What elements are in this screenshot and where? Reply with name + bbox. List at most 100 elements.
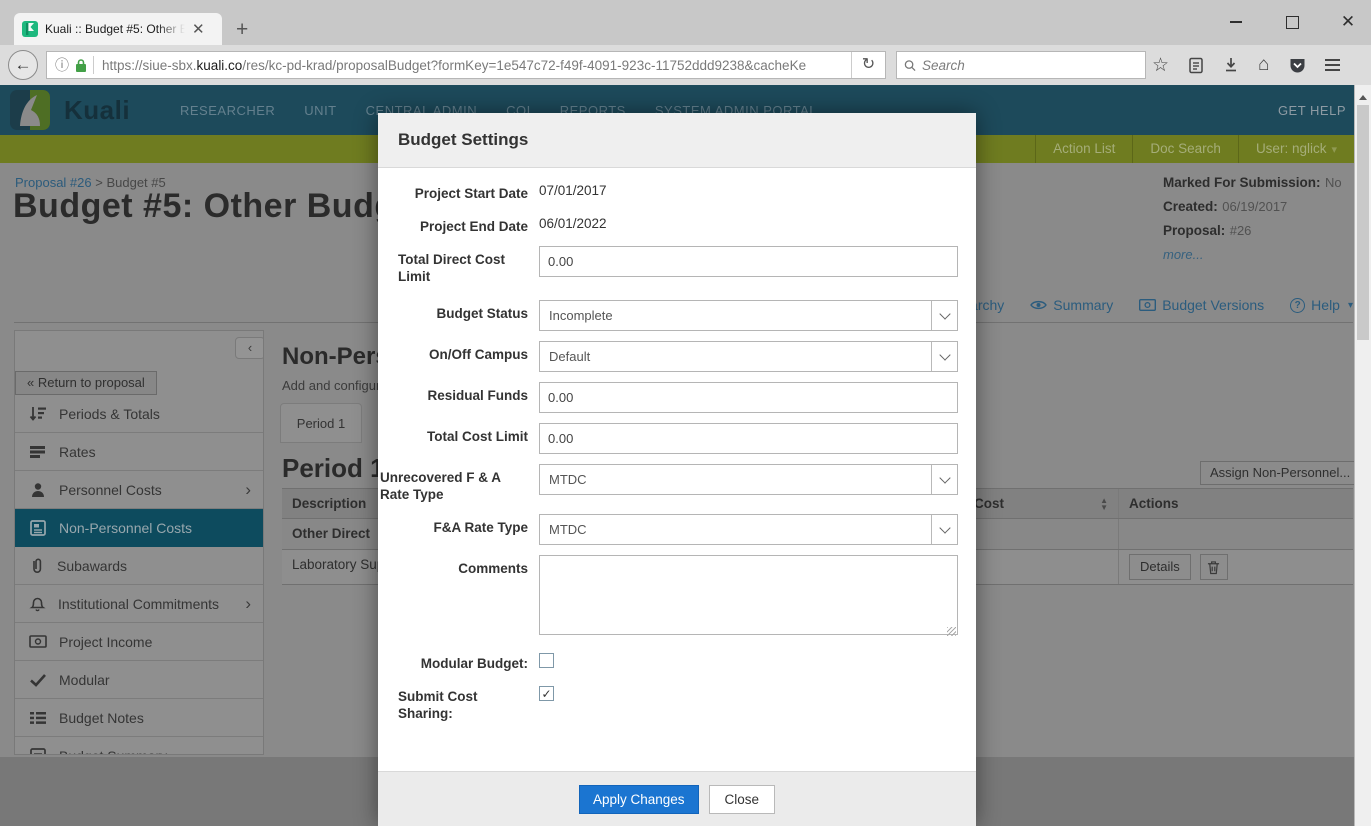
on-off-campus-select[interactable]: Default [539,341,958,372]
sidebar-item-personnel-costs[interactable]: Personnel Costs › [15,471,263,509]
tab-period-1[interactable]: Period 1 [280,403,362,443]
info-label: Proposal: [1163,223,1225,238]
field-total-cost-limit: Total Cost Limit [378,423,958,454]
period-heading: Period 1 [282,453,385,484]
search-input[interactable] [922,58,1138,73]
fa-rate-type-select[interactable]: MTDC [539,514,958,545]
info-value: #26 [1230,223,1252,238]
downloads-icon[interactable] [1223,57,1239,73]
budget-status-select[interactable]: Incomplete [539,300,958,331]
sidebar-item-project-income[interactable]: Project Income [15,623,263,661]
comments-textarea[interactable] [539,555,958,635]
tab-title: Kuali :: Budget #5: Other Bu [45,22,185,36]
nav-item-unit[interactable]: UNIT [304,103,336,118]
sidebar-item-budget-summary[interactable]: Budget Summary [15,737,263,755]
reload-icon[interactable]: ↻ [851,52,885,78]
budget-toolbar-links: Hierarchy Summary Budget Versions ? Help… [944,297,1353,313]
field-unrecovered-fa-rate-type: Unrecovered F & A Rate Type MTDC [378,464,958,504]
browser-titlebar: Kuali :: Budget #5: Other Bu ✕ + ✕ [0,0,1371,45]
clipboard-icon[interactable] [1188,57,1204,74]
field-label: F&A Rate Type [433,519,528,536]
close-button[interactable]: Close [709,785,776,814]
total-direct-cost-limit-input[interactable] [539,246,958,277]
user-menu[interactable]: User: nglick▾ [1238,135,1355,163]
screen: Kuali :: Budget #5: Other Bu ✕ + ✕ ← ⓘ h… [0,0,1371,826]
window-maximize-button[interactable] [1279,10,1305,34]
get-help-link[interactable]: GET HELP [1278,85,1346,135]
submit-cost-sharing-checkbox[interactable]: ✓ [539,686,554,701]
tab-budget-versions[interactable]: Budget Versions [1139,297,1264,313]
sidebar-item-subawards[interactable]: Subawards [15,547,263,585]
field-label: On/Off Campus [429,346,528,363]
sidebar-item-non-personnel-costs[interactable]: Non-Personnel Costs [15,509,263,547]
new-tab-button[interactable]: + [236,18,248,42]
column-cost[interactable]: Cost▲▼ [976,489,1118,518]
document-info-panel: Marked For Submission: No Created: 06/19… [1163,174,1358,270]
tab-summary[interactable]: Summary [1030,297,1113,313]
scroll-up-arrow[interactable] [1359,91,1367,100]
sidebar-item-budget-notes[interactable]: Budget Notes [15,699,263,737]
tab-close-icon[interactable]: ✕ [192,20,205,38]
budget-sidebar: ‹ « Return to proposal Periods & Totals … [14,330,264,755]
tab-help[interactable]: ? Help ▾ [1290,297,1353,313]
residual-funds-input[interactable] [539,382,958,413]
window-minimize-button[interactable] [1223,10,1249,34]
bookmark-star-icon[interactable]: ☆ [1152,54,1169,77]
info-label: Marked For Submission: [1163,175,1321,190]
browser-tab[interactable]: Kuali :: Budget #5: Other Bu ✕ [14,13,222,45]
apply-changes-button[interactable]: Apply Changes [579,785,699,814]
sort-icon[interactable]: ▲▼ [1100,497,1108,511]
chevron-down-icon: ▾ [1348,300,1353,311]
url-text: https://siue-sbx.kuali.co/res/kc-pd-krad… [102,58,851,73]
unrecovered-fa-rate-type-select[interactable]: MTDC [539,464,958,495]
more-link[interactable]: more... [1163,247,1203,262]
sidebar-item-rates[interactable]: Rates [15,433,263,471]
field-on-off-campus: On/Off Campus Default [378,341,958,372]
field-project-end-date: Project End Date 06/01/2022 [378,213,958,236]
back-button[interactable]: ← [8,50,38,80]
field-label: Project End Date [420,218,528,235]
field-label: Residual Funds [427,387,528,404]
field-project-start-date: Project Start Date 07/01/2017 [378,180,958,203]
resize-grip-icon[interactable] [947,627,956,636]
sidebar-item-modular[interactable]: Modular [15,661,263,699]
info-value: 06/19/2017 [1222,199,1287,214]
doc-search-link[interactable]: Doc Search [1132,135,1238,163]
lock-icon [75,58,87,73]
info-value: No [1325,175,1342,190]
kuali-favicon [22,21,38,37]
page-scrollbar[interactable] [1354,85,1371,826]
sidebar-item-periods-totals[interactable]: Periods & Totals [15,395,263,433]
search-bar[interactable] [896,51,1146,79]
chevron-right-icon: › [245,594,251,614]
page-info-icon[interactable]: ⓘ [55,55,69,75]
trash-icon [1207,560,1220,575]
url-bar[interactable]: ⓘ https://siue-sbx.kuali.co/res/kc-pd-kr… [46,51,886,79]
action-list-link[interactable]: Action List [1035,135,1132,163]
kuali-wordmark: Kuali [64,95,130,126]
total-cost-limit-input[interactable] [539,423,958,454]
assign-non-personnel-button[interactable]: Assign Non-Personnel... [1200,461,1360,485]
field-total-direct-cost-limit: Total Direct Cost Limit [378,246,958,286]
column-actions: Actions [1118,489,1353,518]
sidebar-item-institutional-commitments[interactable]: Institutional Commitments › [15,585,263,623]
return-to-proposal-button[interactable]: « Return to proposal [15,371,157,395]
pocket-icon[interactable] [1289,57,1306,74]
chevron-down-icon [931,342,957,371]
sort-icon [29,406,47,422]
details-button[interactable]: Details [1129,554,1191,580]
field-residual-funds: Residual Funds [378,382,958,413]
field-budget-status: Budget Status Incomplete [378,300,958,331]
check-icon [29,673,47,687]
scrollbar-thumb[interactable] [1357,105,1369,340]
menu-icon[interactable] [1325,59,1340,71]
chevron-right-icon: › [245,480,251,500]
search-icon [904,59,916,72]
window-close-button[interactable]: ✕ [1335,10,1361,34]
modular-budget-checkbox[interactable] [539,653,554,668]
field-label: Modular Budget: [421,655,528,672]
delete-button[interactable] [1200,554,1228,580]
nav-item-researcher[interactable]: RESEARCHER [180,103,275,118]
home-icon[interactable]: ⌂ [1258,54,1269,76]
sidebar-collapse-button[interactable]: ‹ [235,337,264,359]
